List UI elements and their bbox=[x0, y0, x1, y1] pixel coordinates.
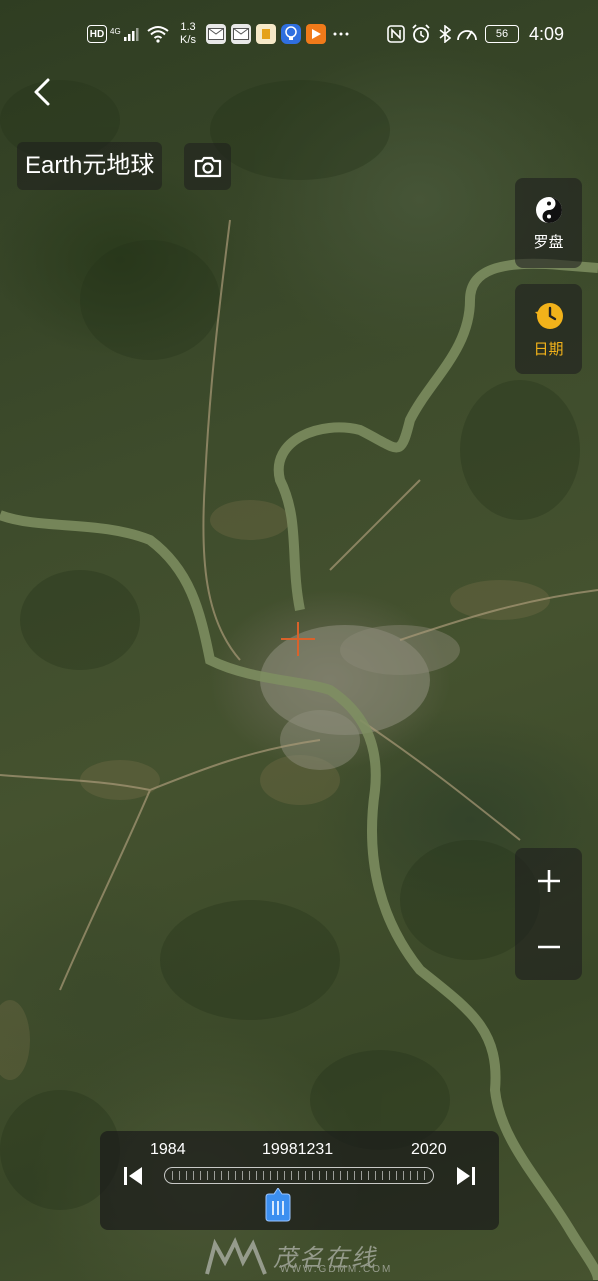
skip-back-icon bbox=[124, 1167, 142, 1185]
town-area bbox=[260, 625, 460, 770]
timeline-start-year: 1984 bbox=[150, 1141, 186, 1158]
timeline-current-date: 19981231 bbox=[262, 1141, 334, 1158]
timeline-next-button[interactable] bbox=[455, 1165, 477, 1187]
zoom-controls bbox=[515, 848, 582, 980]
mail-notification-icon bbox=[206, 24, 226, 44]
hd-indicator: HD bbox=[87, 25, 107, 43]
network-speed: 1.3 K/s bbox=[176, 18, 200, 50]
timeline-slider-thumb[interactable] bbox=[265, 1187, 291, 1222]
satellite-map[interactable] bbox=[0, 0, 598, 1280]
bluetooth-icon bbox=[437, 24, 453, 44]
history-clock-icon bbox=[534, 302, 563, 329]
slider-handle-icon bbox=[265, 1187, 291, 1222]
zoom-in-button[interactable] bbox=[515, 848, 582, 914]
date-button[interactable]: 日期 bbox=[515, 284, 582, 374]
speedometer-icon bbox=[456, 24, 478, 44]
plus-icon bbox=[537, 870, 560, 892]
alarm-icon bbox=[410, 24, 432, 44]
minus-icon bbox=[537, 945, 560, 949]
play-notification-icon bbox=[306, 24, 326, 44]
app-notification-icon bbox=[256, 24, 276, 44]
network-speed-value: 1.3 bbox=[180, 21, 196, 33]
compass-label: 罗盘 bbox=[533, 233, 564, 251]
status-bar: HD 4G 1.3 K/s 56 4:09 bbox=[0, 0, 598, 68]
nfc-icon bbox=[387, 24, 405, 44]
timeline-end-year: 2020 bbox=[411, 1141, 447, 1158]
skip-forward-icon bbox=[457, 1167, 475, 1185]
network-speed-unit: K/s bbox=[180, 34, 196, 46]
mail-notification-icon-2 bbox=[231, 24, 251, 44]
watermark-url: WWW.GDMM.COM bbox=[280, 1264, 393, 1275]
map-features bbox=[0, 80, 598, 1280]
compass-button[interactable]: 罗盘 bbox=[515, 178, 582, 268]
date-label: 日期 bbox=[533, 340, 564, 358]
chevron-left-icon bbox=[34, 78, 50, 106]
back-button[interactable] bbox=[26, 72, 62, 112]
watermark-logo-icon bbox=[205, 1237, 267, 1275]
timeline-slider[interactable] bbox=[164, 1167, 434, 1184]
more-notifications-icon bbox=[332, 24, 350, 44]
clock: 4:09 bbox=[528, 24, 564, 44]
camera-icon bbox=[194, 156, 221, 177]
lightbulb-notification-icon bbox=[281, 24, 301, 44]
battery-indicator: 56 bbox=[485, 25, 519, 43]
timeline-panel: 1984 19981231 2020 bbox=[100, 1131, 499, 1230]
app-title: Earth元地球 bbox=[17, 142, 163, 190]
watermark: 茂名在线 WWW.GDMM.COM bbox=[205, 1236, 425, 1280]
screenshot-button[interactable] bbox=[184, 143, 231, 190]
network-type: 4G bbox=[110, 27, 121, 36]
wifi-icon bbox=[147, 24, 169, 44]
timeline-previous-button[interactable] bbox=[122, 1165, 144, 1187]
zoom-out-button[interactable] bbox=[515, 914, 582, 980]
yin-yang-icon bbox=[535, 196, 562, 223]
cellular-signal-icon: 4G bbox=[110, 24, 140, 44]
